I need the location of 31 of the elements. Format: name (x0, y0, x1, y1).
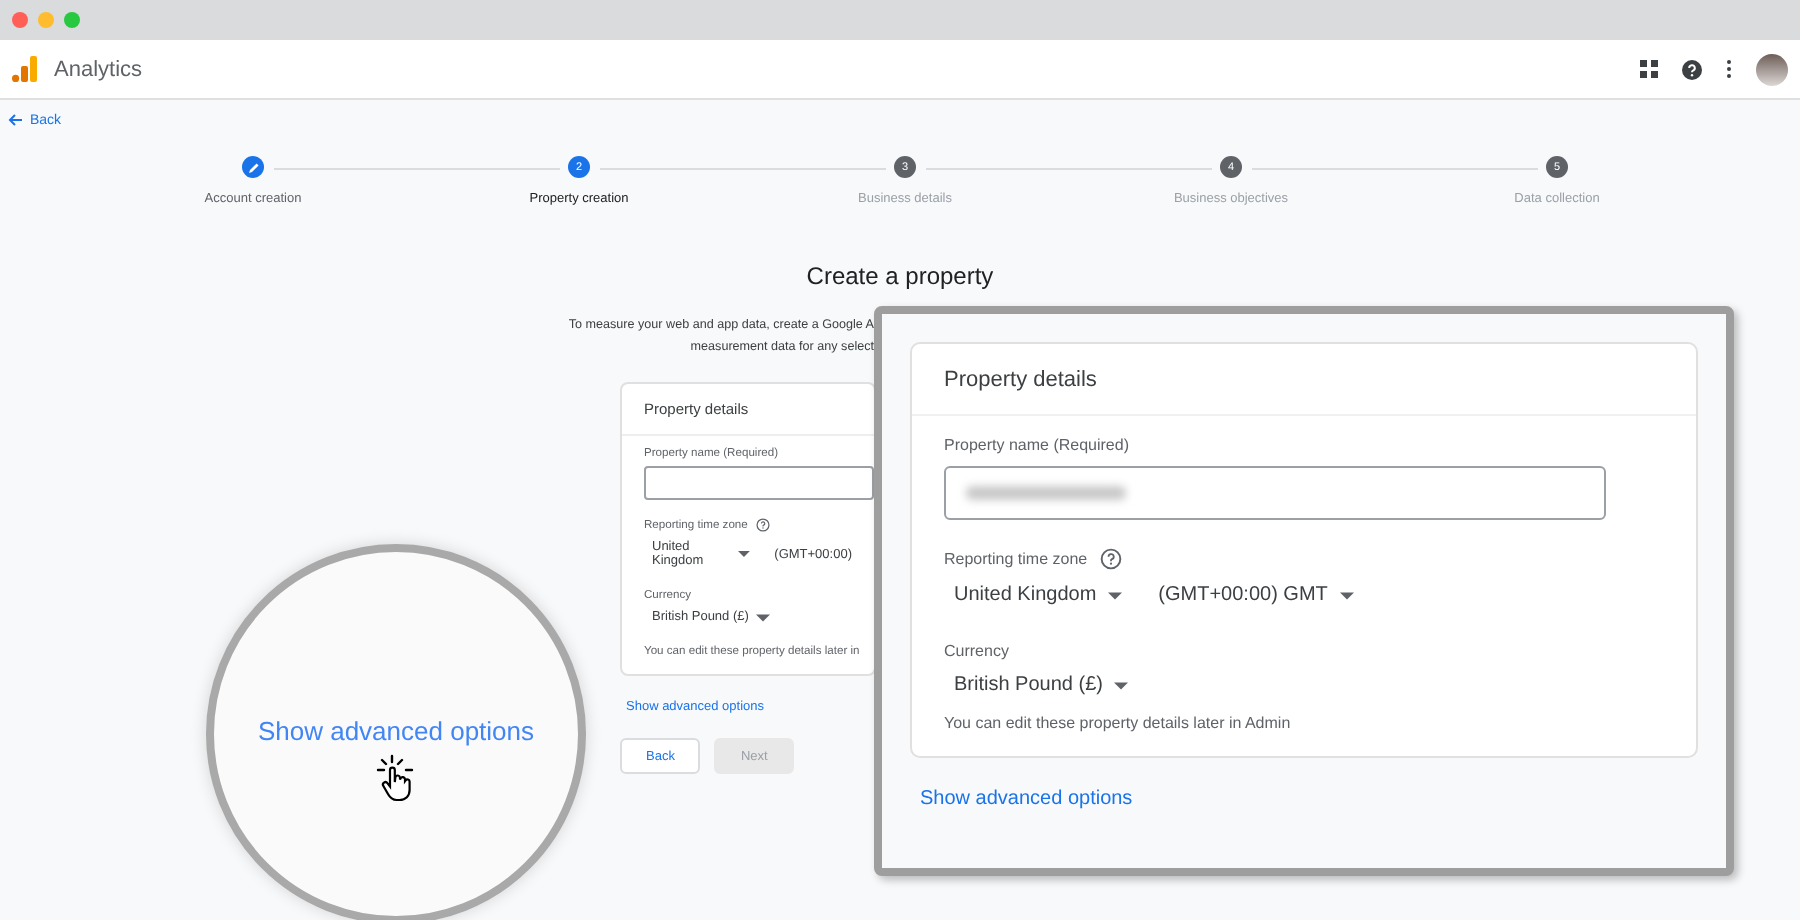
helper-text: You can edit these property details later in Admin (944, 714, 1293, 732)
field-label: Property name (Required) (944, 436, 1129, 454)
caret-icon (738, 550, 751, 558)
minimize-dot[interactable] (38, 12, 54, 28)
more-vert-icon[interactable] (1726, 60, 1732, 78)
help-icon[interactable] (1682, 59, 1702, 79)
timezone-dropdown[interactable]: (GMT+00:00) GMT (1158, 584, 1354, 606)
input-field[interactable] (644, 466, 874, 500)
caret-icon (756, 613, 771, 621)
help-icon[interactable] (1099, 548, 1122, 570)
avatar[interactable] (1756, 53, 1788, 85)
close-dot[interactable] (12, 12, 28, 28)
pencil-icon (247, 161, 259, 173)
zoom-dot[interactable] (64, 12, 80, 28)
arrow-left-icon (8, 114, 22, 126)
caret-icon (1339, 591, 1354, 599)
caret-icon (1114, 681, 1129, 689)
currency-dropdown[interactable]: British Pound (£) (954, 674, 1129, 696)
page-title: Create a property (804, 262, 996, 290)
card-title: Property details (912, 344, 1696, 416)
apps-grid-icon[interactable] (1640, 60, 1658, 78)
caret-icon (1108, 591, 1123, 599)
field-label: Currency (944, 642, 1009, 660)
country-dropdown[interactable]: United Kingdom (954, 584, 1123, 606)
hand-cursor-icon (374, 754, 418, 802)
bar-chart-logo-icon (12, 56, 38, 82)
advanced-options-link[interactable]: Show advanced options (920, 788, 1133, 810)
app-title: Analytics (54, 57, 143, 81)
field-label: Reporting time zone (944, 550, 1088, 568)
input-field[interactable] (944, 466, 1606, 520)
help-icon[interactable] (755, 518, 770, 532)
